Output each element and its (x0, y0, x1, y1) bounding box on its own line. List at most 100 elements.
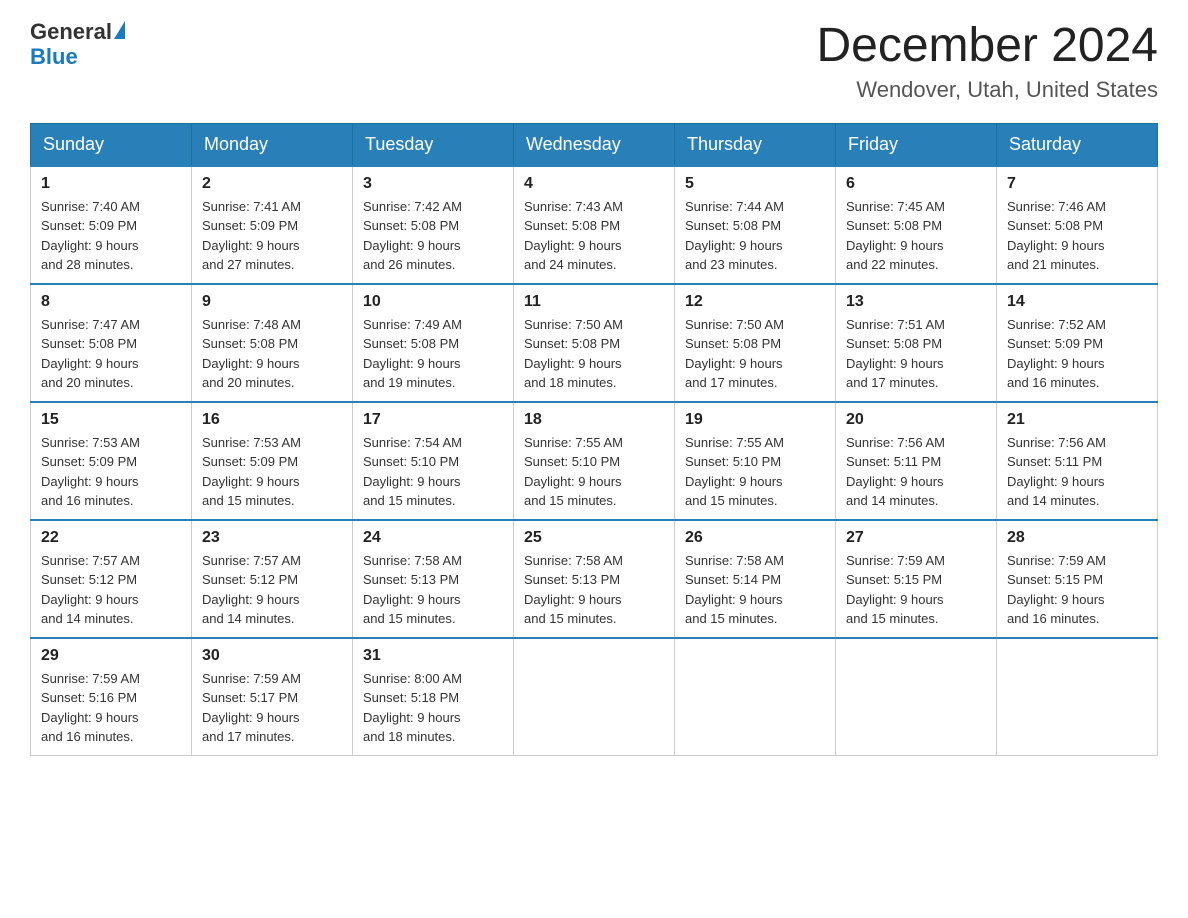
day-info: Sunrise: 7:50 AMSunset: 5:08 PMDaylight:… (685, 315, 825, 393)
day-number: 2 (202, 175, 342, 193)
logo-text-blue: Blue (30, 44, 125, 70)
table-row: 8 Sunrise: 7:47 AMSunset: 5:08 PMDaylight… (31, 284, 192, 402)
table-row: 13 Sunrise: 7:51 AMSunset: 5:08 PMDayligh… (836, 284, 997, 402)
table-row (997, 638, 1158, 756)
day-number: 30 (202, 647, 342, 665)
calendar-week-4: 22 Sunrise: 7:57 AMSunset: 5:12 PMDayligh… (31, 520, 1158, 638)
day-number: 17 (363, 411, 503, 429)
table-row: 23Sunrise: 7:57 AMSunset: 5:12 PMDayligh… (192, 520, 353, 638)
day-info: Sunrise: 7:54 AMSunset: 5:10 PMDaylight:… (363, 433, 503, 511)
col-saturday: Saturday (997, 123, 1158, 166)
day-info: Sunrise: 7:58 AMSunset: 5:13 PMDaylight:… (524, 551, 664, 629)
day-info: Sunrise: 7:40 AMSunset: 5:09 PMDaylight:… (41, 197, 181, 275)
day-info: Sunrise: 7:41 AMSunset: 5:09 PMDaylight:… (202, 197, 342, 275)
day-number: 13 (846, 293, 986, 311)
title-area: December 2024 Wendover, Utah, United Sta… (816, 20, 1158, 103)
day-info: Sunrise: 7:46 AMSunset: 5:08 PMDaylight:… (1007, 197, 1147, 275)
day-number: 31 (363, 647, 503, 665)
calendar-header-row: Sunday Monday Tuesday Wednesday Thursday… (31, 123, 1158, 166)
table-row: 14Sunrise: 7:52 AMSunset: 5:09 PMDayligh… (997, 284, 1158, 402)
day-info: Sunrise: 7:43 AMSunset: 5:08 PMDaylight:… (524, 197, 664, 275)
day-number: 21 (1007, 411, 1147, 429)
day-number: 7 (1007, 175, 1147, 193)
day-info: Sunrise: 7:58 AMSunset: 5:14 PMDaylight:… (685, 551, 825, 629)
day-number: 12 (685, 293, 825, 311)
table-row: 27 Sunrise: 7:59 AMSunset: 5:15 PMDayligh… (836, 520, 997, 638)
table-row: 21Sunrise: 7:56 AMSunset: 5:11 PMDayligh… (997, 402, 1158, 520)
table-row: 22 Sunrise: 7:57 AMSunset: 5:12 PMDayligh… (31, 520, 192, 638)
table-row: 28 Sunrise: 7:59 AMSunset: 5:15 PMDayligh… (997, 520, 1158, 638)
day-info: Sunrise: 7:57 AMSunset: 5:12 PMDaylight:… (202, 551, 342, 629)
logo-triangle-icon (114, 21, 125, 39)
day-number: 22 (41, 529, 181, 547)
col-thursday: Thursday (675, 123, 836, 166)
day-info: Sunrise: 7:55 AMSunset: 5:10 PMDaylight:… (685, 433, 825, 511)
table-row: 11 Sunrise: 7:50 AMSunset: 5:08 PMDayligh… (514, 284, 675, 402)
day-info: Sunrise: 7:52 AMSunset: 5:09 PMDaylight:… (1007, 315, 1147, 393)
day-info: Sunrise: 7:57 AMSunset: 5:12 PMDaylight:… (41, 551, 181, 629)
table-row: 30Sunrise: 7:59 AMSunset: 5:17 PMDayligh… (192, 638, 353, 756)
col-tuesday: Tuesday (353, 123, 514, 166)
col-sunday: Sunday (31, 123, 192, 166)
location-subtitle: Wendover, Utah, United States (816, 77, 1158, 103)
day-info: Sunrise: 7:44 AMSunset: 5:08 PMDaylight:… (685, 197, 825, 275)
calendar-week-3: 15Sunrise: 7:53 AMSunset: 5:09 PMDayligh… (31, 402, 1158, 520)
day-info: Sunrise: 7:47 AMSunset: 5:08 PMDaylight:… (41, 315, 181, 393)
table-row: 9 Sunrise: 7:48 AMSunset: 5:08 PMDaylight… (192, 284, 353, 402)
day-number: 24 (363, 529, 503, 547)
logo: General Blue (30, 20, 125, 70)
day-number: 26 (685, 529, 825, 547)
day-info: Sunrise: 7:49 AMSunset: 5:08 PMDaylight:… (363, 315, 503, 393)
day-info: Sunrise: 7:59 AMSunset: 5:15 PMDaylight:… (1007, 551, 1147, 629)
day-number: 3 (363, 175, 503, 193)
day-number: 15 (41, 411, 181, 429)
table-row: 29Sunrise: 7:59 AMSunset: 5:16 PMDayligh… (31, 638, 192, 756)
table-row: 3Sunrise: 7:42 AMSunset: 5:08 PMDaylight… (353, 166, 514, 284)
table-row (514, 638, 675, 756)
day-info: Sunrise: 7:58 AMSunset: 5:13 PMDaylight:… (363, 551, 503, 629)
calendar-week-2: 8 Sunrise: 7:47 AMSunset: 5:08 PMDaylight… (31, 284, 1158, 402)
table-row: 2 Sunrise: 7:41 AMSunset: 5:09 PMDaylight… (192, 166, 353, 284)
table-row: 20Sunrise: 7:56 AMSunset: 5:11 PMDayligh… (836, 402, 997, 520)
table-row: 7 Sunrise: 7:46 AMSunset: 5:08 PMDaylight… (997, 166, 1158, 284)
day-number: 27 (846, 529, 986, 547)
day-info: Sunrise: 7:50 AMSunset: 5:08 PMDaylight:… (524, 315, 664, 393)
table-row: 26 Sunrise: 7:58 AMSunset: 5:14 PMDayligh… (675, 520, 836, 638)
day-number: 28 (1007, 529, 1147, 547)
table-row: 25Sunrise: 7:58 AMSunset: 5:13 PMDayligh… (514, 520, 675, 638)
table-row: 12 Sunrise: 7:50 AMSunset: 5:08 PMDayligh… (675, 284, 836, 402)
col-monday: Monday (192, 123, 353, 166)
day-number: 5 (685, 175, 825, 193)
day-number: 4 (524, 175, 664, 193)
day-number: 6 (846, 175, 986, 193)
day-number: 9 (202, 293, 342, 311)
calendar-table: Sunday Monday Tuesday Wednesday Thursday… (30, 123, 1158, 756)
table-row: 19Sunrise: 7:55 AMSunset: 5:10 PMDayligh… (675, 402, 836, 520)
table-row: 18Sunrise: 7:55 AMSunset: 5:10 PMDayligh… (514, 402, 675, 520)
table-row: 31 Sunrise: 8:00 AMSunset: 5:18 PMDayligh… (353, 638, 514, 756)
day-number: 20 (846, 411, 986, 429)
day-info: Sunrise: 8:00 AMSunset: 5:18 PMDaylight:… (363, 669, 503, 747)
day-number: 8 (41, 293, 181, 311)
table-row: 24 Sunrise: 7:58 AMSunset: 5:13 PMDayligh… (353, 520, 514, 638)
table-row: 4 Sunrise: 7:43 AMSunset: 5:08 PMDaylight… (514, 166, 675, 284)
day-number: 11 (524, 293, 664, 311)
day-info: Sunrise: 7:59 AMSunset: 5:16 PMDaylight:… (41, 669, 181, 747)
table-row (836, 638, 997, 756)
table-row: 17 Sunrise: 7:54 AMSunset: 5:10 PMDayligh… (353, 402, 514, 520)
col-friday: Friday (836, 123, 997, 166)
table-row (675, 638, 836, 756)
day-number: 16 (202, 411, 342, 429)
table-row: 5 Sunrise: 7:44 AMSunset: 5:08 PMDaylight… (675, 166, 836, 284)
day-info: Sunrise: 7:48 AMSunset: 5:08 PMDaylight:… (202, 315, 342, 393)
day-number: 1 (41, 175, 181, 193)
table-row: 15Sunrise: 7:53 AMSunset: 5:09 PMDayligh… (31, 402, 192, 520)
day-info: Sunrise: 7:51 AMSunset: 5:08 PMDaylight:… (846, 315, 986, 393)
calendar-week-5: 29Sunrise: 7:59 AMSunset: 5:16 PMDayligh… (31, 638, 1158, 756)
table-row: 16Sunrise: 7:53 AMSunset: 5:09 PMDayligh… (192, 402, 353, 520)
day-info: Sunrise: 7:59 AMSunset: 5:15 PMDaylight:… (846, 551, 986, 629)
table-row: 6Sunrise: 7:45 AMSunset: 5:08 PMDaylight… (836, 166, 997, 284)
col-wednesday: Wednesday (514, 123, 675, 166)
table-row: 1 Sunrise: 7:40 AMSunset: 5:09 PMDaylight… (31, 166, 192, 284)
logo-text-general: General (30, 20, 112, 44)
